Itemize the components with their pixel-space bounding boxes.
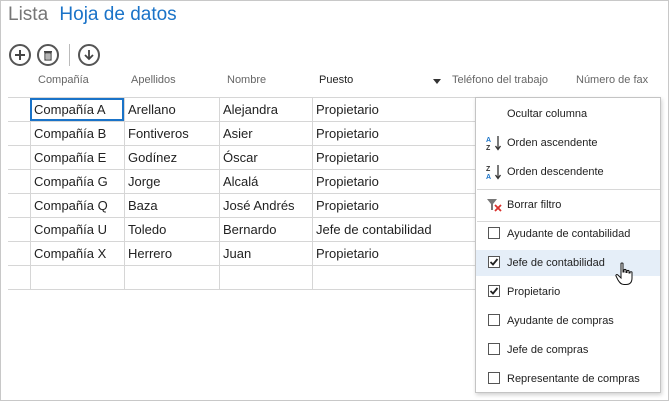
- filter-option-label: Jefe de contabilidad: [507, 257, 605, 269]
- column-filter-menu: Ocultar columna A Z Orden ascendente Z A…: [475, 97, 661, 393]
- add-button[interactable]: [9, 44, 31, 66]
- cell-company[interactable]: Compañía E: [30, 146, 124, 169]
- menu-item-clear-filter[interactable]: Borrar filtro: [476, 192, 660, 218]
- checkbox[interactable]: [488, 314, 500, 326]
- svg-text:Z: Z: [486, 166, 491, 173]
- column-header-first-name[interactable]: Nombre: [227, 74, 266, 86]
- column-header-fax[interactable]: Número de fax: [576, 74, 648, 86]
- table-row: Compañía A Arellano Alejandra Propietari…: [8, 97, 478, 122]
- filter-option-label: Propietario: [507, 286, 561, 298]
- column-header-work-phone[interactable]: Teléfono del trabajo: [452, 74, 548, 86]
- filter-option-representante-compras[interactable]: Representante de compras: [476, 366, 660, 392]
- cell-first-name[interactable]: José Andrés: [219, 194, 312, 217]
- table-row: Compañía E Godínez Óscar Propietario: [8, 146, 478, 170]
- column-dropdown-icon[interactable]: [433, 79, 441, 84]
- filter-option-ayudante-compras[interactable]: Ayudante de compras: [476, 308, 660, 334]
- cell-last-name-new[interactable]: [124, 266, 219, 289]
- clear-filter-icon: [487, 199, 502, 212]
- cell-job-title[interactable]: Propietario: [312, 194, 478, 217]
- cell-company[interactable]: Compañía X: [30, 242, 124, 265]
- cell-first-name[interactable]: Alcalá: [219, 170, 312, 193]
- cell-last-name[interactable]: Godínez: [124, 146, 219, 169]
- menu-item-sort-descending[interactable]: Z A Orden descendente: [476, 159, 660, 185]
- cell-job-title[interactable]: Propietario: [312, 146, 478, 169]
- new-row[interactable]: [8, 266, 478, 290]
- filter-option-label: Ayudante de compras: [507, 315, 614, 327]
- filter-option-label: Representante de compras: [507, 373, 640, 385]
- cell-job-title-new[interactable]: [312, 266, 478, 289]
- cell-last-name[interactable]: Toledo: [124, 218, 219, 241]
- sort-descending-icon: Z A: [486, 165, 502, 180]
- column-header-company[interactable]: Compañía: [38, 74, 89, 86]
- cell-first-name[interactable]: Alejandra: [219, 98, 312, 121]
- checkbox[interactable]: [488, 343, 500, 355]
- cell-job-title[interactable]: Jefe de contabilidad: [312, 218, 478, 241]
- cell-last-name[interactable]: Jorge: [124, 170, 219, 193]
- hand-cursor-icon: [615, 262, 633, 285]
- menu-item-label: Orden ascendente: [507, 137, 598, 149]
- cell-job-title[interactable]: Propietario: [312, 122, 478, 145]
- checkmark-icon: [489, 287, 499, 295]
- cell-company[interactable]: Compañía B: [30, 122, 124, 145]
- toolbar: [9, 44, 106, 66]
- svg-text:A: A: [486, 174, 491, 180]
- checkbox[interactable]: [488, 372, 500, 384]
- menu-item-label: Borrar filtro: [507, 199, 562, 211]
- toolbar-separator: [69, 44, 70, 66]
- menu-item-label: Orden descendente: [507, 166, 604, 178]
- menu-item-label: Ocultar columna: [507, 108, 588, 120]
- checkbox-checked[interactable]: [488, 285, 500, 297]
- cell-job-title[interactable]: Propietario: [312, 242, 478, 265]
- filter-option-ayudante-contabilidad[interactable]: Ayudante de contabilidad: [476, 221, 660, 247]
- cell-first-name[interactable]: Asier: [219, 122, 312, 145]
- cell-last-name[interactable]: Fontiveros: [124, 122, 219, 145]
- menu-item-sort-ascending[interactable]: A Z Orden ascendente: [476, 130, 660, 156]
- cell-company[interactable]: Compañía G: [30, 170, 124, 193]
- table-row: Compañía G Jorge Alcalá Propietario: [8, 170, 478, 194]
- cell-last-name[interactable]: Arellano: [124, 98, 219, 121]
- cell-first-name-new[interactable]: [219, 266, 312, 289]
- checkmark-icon: [489, 258, 499, 266]
- svg-text:Z: Z: [486, 145, 491, 151]
- datasheet-view-label[interactable]: Hoja de datos: [59, 4, 176, 25]
- column-header-last-name[interactable]: Apellidos: [131, 74, 176, 86]
- table-row: Compañía X Herrero Juan Propietario: [8, 242, 478, 266]
- cell-company-new[interactable]: [30, 266, 124, 289]
- cell-company[interactable]: Compañía A: [30, 98, 124, 121]
- cell-job-title[interactable]: Propietario: [312, 98, 478, 121]
- add-icon: [15, 50, 25, 60]
- cell-last-name[interactable]: Baza: [124, 194, 219, 217]
- filter-option-label: Ayudante de contabilidad: [507, 228, 631, 240]
- svg-text:A: A: [486, 137, 491, 144]
- checkbox-checked[interactable]: [488, 256, 500, 268]
- cell-job-title[interactable]: Propietario: [312, 170, 478, 193]
- download-icon: [84, 50, 94, 61]
- list-view-link[interactable]: Lista: [8, 4, 48, 25]
- menu-separator: [477, 189, 660, 190]
- cell-first-name[interactable]: Óscar: [219, 146, 312, 169]
- cell-company[interactable]: Compañía U: [30, 218, 124, 241]
- delete-button[interactable]: [37, 44, 59, 66]
- filter-option-label: Jefe de compras: [507, 344, 589, 356]
- menu-item-hide-column[interactable]: Ocultar columna: [476, 101, 660, 127]
- table-row: Compañía B Fontiveros Asier Propietario: [8, 122, 478, 146]
- filter-option-jefe-compras[interactable]: Jefe de compras: [476, 337, 660, 363]
- cell-first-name[interactable]: Juan: [219, 242, 312, 265]
- cell-company[interactable]: Compañía Q: [30, 194, 124, 217]
- delete-icon: [44, 51, 52, 61]
- cell-first-name[interactable]: Bernardo: [219, 218, 312, 241]
- cell-last-name[interactable]: Herrero: [124, 242, 219, 265]
- datasheet-grid: Compañía A Arellano Alejandra Propietari…: [8, 97, 478, 290]
- checkbox[interactable]: [488, 227, 500, 239]
- column-header-job-title[interactable]: Puesto: [319, 74, 353, 86]
- table-row: Compañía U Toledo Bernardo Jefe de conta…: [8, 218, 478, 242]
- sort-ascending-icon: A Z: [486, 136, 502, 151]
- download-button[interactable]: [78, 44, 100, 66]
- page-title: Lista Hoja de datos: [8, 4, 177, 26]
- table-row: Compañía Q Baza José Andrés Propietario: [8, 194, 478, 218]
